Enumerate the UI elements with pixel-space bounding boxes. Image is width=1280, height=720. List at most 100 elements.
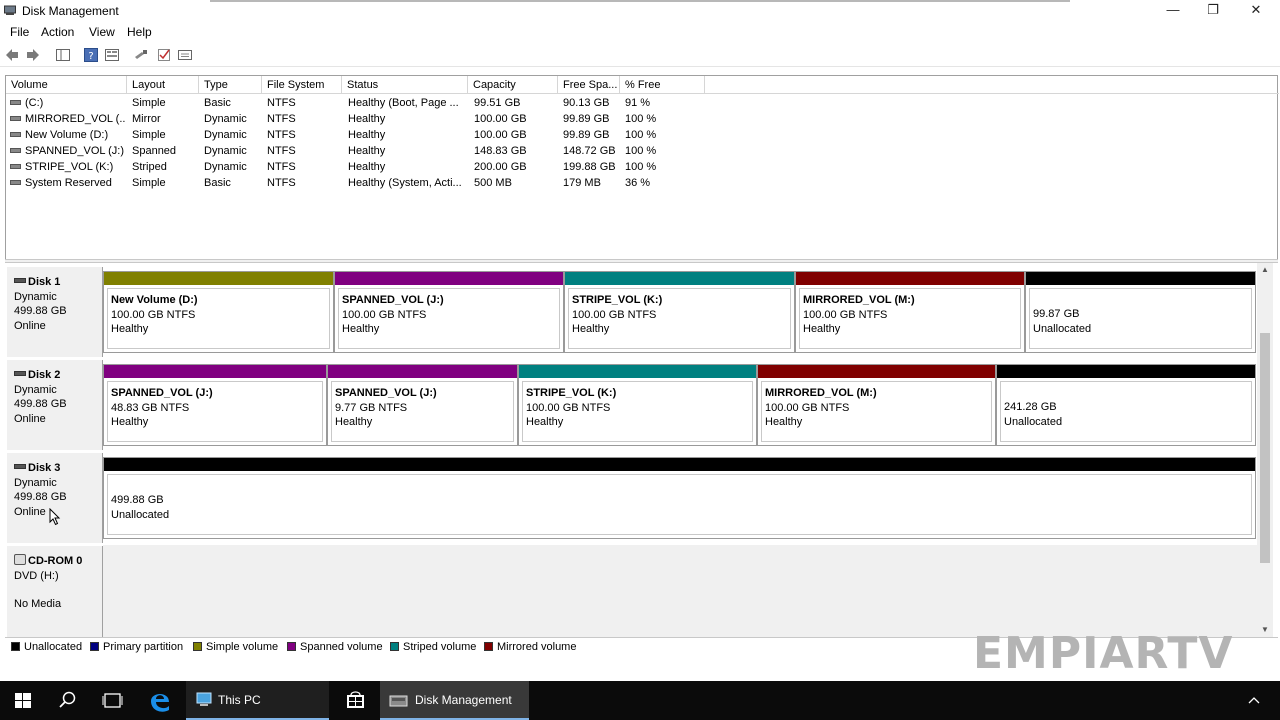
partition-status: Healthy bbox=[335, 416, 373, 428]
column-header-type[interactable]: Type bbox=[199, 76, 262, 94]
partition-spanned-vol-j[interactable]: SPANNED_VOL (J:) 100.00 GB NTFS Healthy bbox=[334, 271, 564, 353]
show-hidden-icons-chevron-icon[interactable] bbox=[1242, 681, 1266, 720]
partition-unallocated[interactable]: 499.88 GB Unallocated bbox=[103, 457, 1256, 539]
start-windows-icon[interactable] bbox=[0, 681, 45, 720]
search-icon[interactable] bbox=[45, 681, 90, 720]
legend-item: Striped volume bbox=[390, 641, 476, 653]
back-arrow-icon[interactable] bbox=[4, 47, 20, 63]
title-bar-accent-line bbox=[210, 0, 1070, 2]
table-row[interactable]: SPANNED_VOL (J:) Spanned Dynamic NTFS He… bbox=[6, 143, 1279, 159]
legend-item: Simple volume bbox=[193, 641, 278, 653]
disk-view-scrollbar[interactable]: ▲ ▼ bbox=[1257, 263, 1273, 637]
disk-management-icon bbox=[389, 695, 408, 707]
menu-bar: File Action View Help bbox=[0, 22, 1280, 42]
cell-file-system: NTFS bbox=[267, 161, 296, 173]
partition-spanned-vol-j[interactable]: SPANNED_VOL (J:) 9.77 GB NTFS Healthy bbox=[327, 364, 518, 446]
table-row[interactable]: STRIPE_VOL (K:) Striped Dynamic NTFS Hea… bbox=[6, 159, 1279, 175]
window-title: Disk Management bbox=[22, 4, 119, 18]
partition-new-volume-d[interactable]: New Volume (D:) 100.00 GB NTFS Healthy bbox=[103, 271, 334, 353]
table-row[interactable]: System Reserved Simple Basic NTFS Health… bbox=[6, 175, 1279, 191]
cdrom-name: CD-ROM 0 bbox=[28, 555, 83, 567]
disk-icon bbox=[14, 278, 26, 283]
taskbar-label: This PC bbox=[218, 693, 261, 707]
partition-mirrored-vol-m[interactable]: MIRRORED_VOL (M:) 100.00 GB NTFS Healthy bbox=[795, 271, 1025, 353]
volume-icon bbox=[10, 132, 21, 137]
partition-stripe-vol-k[interactable]: STRIPE_VOL (K:) 100.00 GB NTFS Healthy bbox=[564, 271, 795, 353]
table-row[interactable]: MIRRORED_VOL (... Mirror Dynamic NTFS He… bbox=[6, 111, 1279, 127]
task-view-icon[interactable] bbox=[90, 681, 135, 720]
menu-file[interactable]: File bbox=[10, 25, 29, 39]
cell-volume: (C:) bbox=[25, 97, 44, 109]
check-icon[interactable] bbox=[156, 47, 172, 63]
taskbar-item-this-pc[interactable]: This PC bbox=[186, 681, 329, 720]
table-row[interactable]: New Volume (D:) Simple Dynamic NTFS Heal… bbox=[6, 127, 1279, 143]
partition-spanned-vol-j[interactable]: SPANNED_VOL (J:) 48.83 GB NTFS Healthy bbox=[103, 364, 327, 446]
partition-color-bar bbox=[997, 365, 1255, 378]
cell-status: Healthy (Boot, Page ... bbox=[348, 97, 459, 109]
column-header-status[interactable]: Status bbox=[342, 76, 468, 94]
partition-status: Healthy bbox=[526, 416, 564, 428]
partition-color-bar bbox=[104, 365, 326, 378]
disk-size: 499.88 GB bbox=[14, 305, 67, 317]
legend-swatch bbox=[11, 642, 20, 651]
partition-stripe-vol-k[interactable]: STRIPE_VOL (K:) 100.00 GB NTFS Healthy bbox=[518, 364, 757, 446]
properties-icon[interactable] bbox=[104, 47, 120, 63]
column-header-capacity[interactable]: Capacity bbox=[468, 76, 558, 94]
column-header-file-system[interactable]: File System bbox=[262, 76, 342, 94]
partition-name: STRIPE_VOL (K:) bbox=[572, 294, 663, 306]
disk-name: Disk 2 bbox=[28, 369, 61, 381]
cdrom-0-area[interactable] bbox=[103, 545, 1257, 637]
cdrom-0-label[interactable]: CD-ROM 0 DVD (H:) No Media bbox=[7, 546, 103, 637]
legend-item: Primary partition bbox=[90, 641, 183, 653]
cell-status: Healthy bbox=[348, 161, 386, 173]
partition-status: Unallocated bbox=[1004, 415, 1063, 428]
computer-icon bbox=[196, 692, 212, 706]
disk-3-label[interactable]: Disk 3 Dynamic 499.88 GB Online bbox=[7, 453, 103, 543]
partition-detail: 100.00 GB NTFS bbox=[111, 308, 196, 321]
taskbar-item-disk-management[interactable]: Disk Management bbox=[380, 681, 529, 720]
disk-2-label[interactable]: Disk 2 Dynamic 499.88 GB Online bbox=[7, 360, 103, 450]
view-list-icon[interactable] bbox=[177, 47, 193, 63]
disk-icon bbox=[14, 464, 26, 469]
cell-layout: Spanned bbox=[132, 145, 177, 157]
cell-file-system: NTFS bbox=[267, 113, 296, 125]
disk-1-label[interactable]: Disk 1 Dynamic 499.88 GB Online bbox=[7, 267, 103, 357]
legend-item: Spanned volume bbox=[287, 641, 383, 653]
menu-view[interactable]: View bbox=[89, 25, 115, 39]
column-header-volume[interactable]: Volume bbox=[6, 76, 127, 94]
scroll-down-arrow-icon[interactable]: ▼ bbox=[1257, 623, 1273, 637]
menu-help[interactable]: Help bbox=[127, 25, 152, 39]
scrollbar-thumb[interactable] bbox=[1260, 333, 1270, 563]
partition-unallocated[interactable]: 99.87 GB Unallocated bbox=[1025, 271, 1256, 353]
partition-status: Unallocated bbox=[111, 508, 170, 521]
cell-free-space: 199.88 GB bbox=[563, 161, 616, 173]
connect-icon[interactable] bbox=[133, 47, 149, 63]
cdrom-drive: DVD (H:) bbox=[14, 569, 59, 582]
table-row[interactable]: (C:) Simple Basic NTFS Healthy (Boot, Pa… bbox=[6, 95, 1279, 111]
partition-name: STRIPE_VOL (K:) bbox=[526, 387, 617, 399]
help-icon[interactable]: ? bbox=[83, 47, 99, 63]
partition-unallocated[interactable]: 241.28 GB Unallocated bbox=[996, 364, 1256, 446]
edge-browser-icon[interactable] bbox=[138, 681, 183, 720]
partition-status: Healthy bbox=[765, 416, 803, 428]
partition-detail: 100.00 GB NTFS bbox=[765, 401, 850, 414]
console-tree-icon[interactable] bbox=[55, 47, 71, 63]
partition-color-bar bbox=[104, 458, 1255, 471]
cell-percent-free: 100 % bbox=[625, 113, 657, 125]
volume-icon bbox=[10, 180, 21, 185]
menu-action[interactable]: Action bbox=[41, 25, 74, 39]
forward-arrow-icon[interactable] bbox=[25, 47, 41, 63]
cell-free-space: 99.89 GB bbox=[563, 129, 610, 141]
cell-layout: Simple bbox=[132, 177, 166, 189]
volume-list: Volume Layout Type File System Status Ca… bbox=[5, 75, 1279, 259]
close-button[interactable]: ✕ bbox=[1233, 0, 1279, 22]
cell-volume: New Volume (D:) bbox=[25, 129, 109, 141]
column-header-percent-free[interactable]: % Free bbox=[620, 76, 705, 94]
column-header-free-space[interactable]: Free Spa... bbox=[558, 76, 620, 94]
restore-button[interactable]: ❐ bbox=[1190, 0, 1236, 22]
store-icon[interactable] bbox=[333, 681, 378, 720]
scroll-up-arrow-icon[interactable]: ▲ bbox=[1257, 263, 1273, 277]
column-header-layout[interactable]: Layout bbox=[127, 76, 199, 94]
cd-rom-icon bbox=[14, 554, 26, 565]
partition-mirrored-vol-m[interactable]: MIRRORED_VOL (M:) 100.00 GB NTFS Healthy bbox=[757, 364, 996, 446]
